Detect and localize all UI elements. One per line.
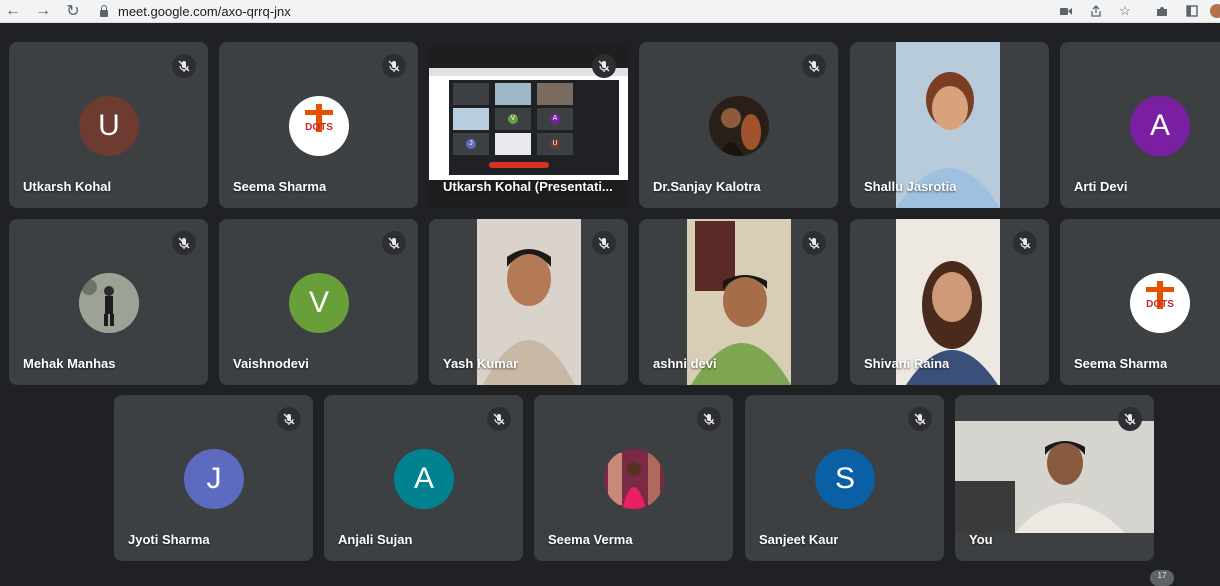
dots-logo-avatar: DOTS: [289, 96, 349, 156]
mic-off-icon[interactable]: [1118, 407, 1142, 431]
participant-tile[interactable]: S Sanjeet Kaur: [745, 395, 944, 561]
share-icon[interactable]: [1088, 0, 1104, 22]
participant-name: Shivani Raina: [864, 356, 950, 371]
profile-photo: [604, 449, 664, 509]
participant-tile[interactable]: Mehak Manhas: [9, 219, 208, 385]
avatar: S: [815, 449, 875, 509]
participant-tile[interactable]: A Anjali Sujan: [324, 395, 523, 561]
participant-tile[interactable]: Shallu Jasrotia: [850, 42, 1049, 208]
participant-tile[interactable]: V Vaishnodevi: [219, 219, 418, 385]
participant-tile[interactable]: U Utkarsh Kohal: [9, 42, 208, 208]
participant-tile[interactable]: A Arti Devi: [1060, 42, 1220, 208]
profile-photo: [709, 96, 769, 156]
browser-toolbar: ← → ↻ meet.google.com/axo-qrrq-jnx ☆: [0, 0, 1220, 23]
mic-off-icon: [172, 54, 196, 78]
avatar: A: [1130, 96, 1190, 156]
mic-off-icon: [697, 407, 721, 431]
video-feed: [955, 421, 1154, 533]
sidebar-icon[interactable]: [1184, 0, 1200, 22]
camera-icon[interactable]: [1058, 0, 1074, 22]
avatar-initial: V: [308, 286, 329, 319]
participant-name: Sanjeet Kaur: [759, 532, 839, 547]
address-bar[interactable]: meet.google.com/axo-qrrq-jnx: [100, 0, 291, 22]
mic-off-icon: [382, 231, 406, 255]
dots-logo-avatar: DOTS: [1130, 273, 1190, 333]
url-text: meet.google.com/axo-qrrq-jnx: [118, 3, 291, 19]
mic-off-icon: [592, 231, 616, 255]
participant-tile[interactable]: Dr.Sanjay Kalotra: [639, 42, 838, 208]
participant-tile[interactable]: DOTS Seema Sharma: [1060, 219, 1220, 385]
lock-icon: [100, 4, 108, 17]
forward-icon[interactable]: →: [34, 0, 52, 22]
participant-tile[interactable]: ashni devi: [639, 219, 838, 385]
participant-name: Yash Kumar: [443, 356, 519, 371]
mic-off-icon: [277, 407, 301, 431]
participant-tile[interactable]: Shivani Raina: [850, 219, 1049, 385]
presentation-screen: V A J U: [429, 68, 628, 180]
participant-tile[interactable]: DOTS Seema Sharma: [219, 42, 418, 208]
avatar-initial: A: [413, 462, 434, 495]
avatar: A: [394, 449, 454, 509]
participant-count-badge[interactable]: 17: [1150, 570, 1174, 586]
avatar-initial: S: [834, 462, 855, 495]
mic-off-icon: [908, 407, 932, 431]
mic-off-icon: [172, 231, 196, 255]
participant-name: Seema Verma: [548, 532, 633, 547]
back-icon[interactable]: ←: [4, 0, 22, 22]
reload-icon[interactable]: ↻: [64, 0, 82, 22]
participant-tile[interactable]: J Jyoti Sharma: [114, 395, 313, 561]
avatar: J: [184, 449, 244, 509]
avatar-initial: U: [98, 109, 120, 142]
mic-off-icon: [382, 54, 406, 78]
star-icon[interactable]: ☆: [1117, 0, 1133, 22]
logo-text: DOTS: [1146, 299, 1174, 310]
participant-tile-presentation[interactable]: V A J U Utkarsh Kohal (Presentati...: [429, 42, 628, 208]
participant-tile[interactable]: Seema Verma: [534, 395, 733, 561]
participant-name: Dr.Sanjay Kalotra: [653, 179, 761, 194]
avatar: U: [79, 96, 139, 156]
avatar: V: [289, 273, 349, 333]
avatar-initial: J: [206, 462, 222, 495]
mic-off-icon: [487, 407, 511, 431]
extensions-icon[interactable]: [1154, 0, 1170, 22]
participant-tile-self[interactable]: You: [955, 395, 1154, 561]
participant-name: Anjali Sujan: [338, 532, 413, 547]
logo-text: DOTS: [305, 122, 333, 133]
participant-name: Seema Sharma: [1074, 356, 1168, 371]
participant-name: Utkarsh Kohal: [23, 179, 112, 194]
participant-name: Arti Devi: [1074, 179, 1128, 194]
mic-off-icon: [802, 231, 826, 255]
participant-tile[interactable]: Yash Kumar: [429, 219, 628, 385]
participant-name: Shallu Jasrotia: [864, 179, 957, 194]
participant-name: ashni devi: [653, 356, 717, 371]
participant-name: Jyoti Sharma: [128, 532, 210, 547]
participant-name: Mehak Manhas: [23, 356, 116, 371]
avatar-initial: A: [1149, 109, 1170, 142]
participant-name: Utkarsh Kohal (Presentati...: [443, 179, 613, 194]
mic-off-icon: [802, 54, 826, 78]
participant-name: You: [969, 532, 993, 547]
profile-avatar[interactable]: [1210, 0, 1220, 22]
participant-name: Vaishnodevi: [233, 356, 309, 371]
participant-name: Seema Sharma: [233, 179, 327, 194]
profile-photo: [79, 273, 139, 333]
mic-off-icon: [1013, 231, 1037, 255]
mic-off-icon: [592, 54, 616, 78]
